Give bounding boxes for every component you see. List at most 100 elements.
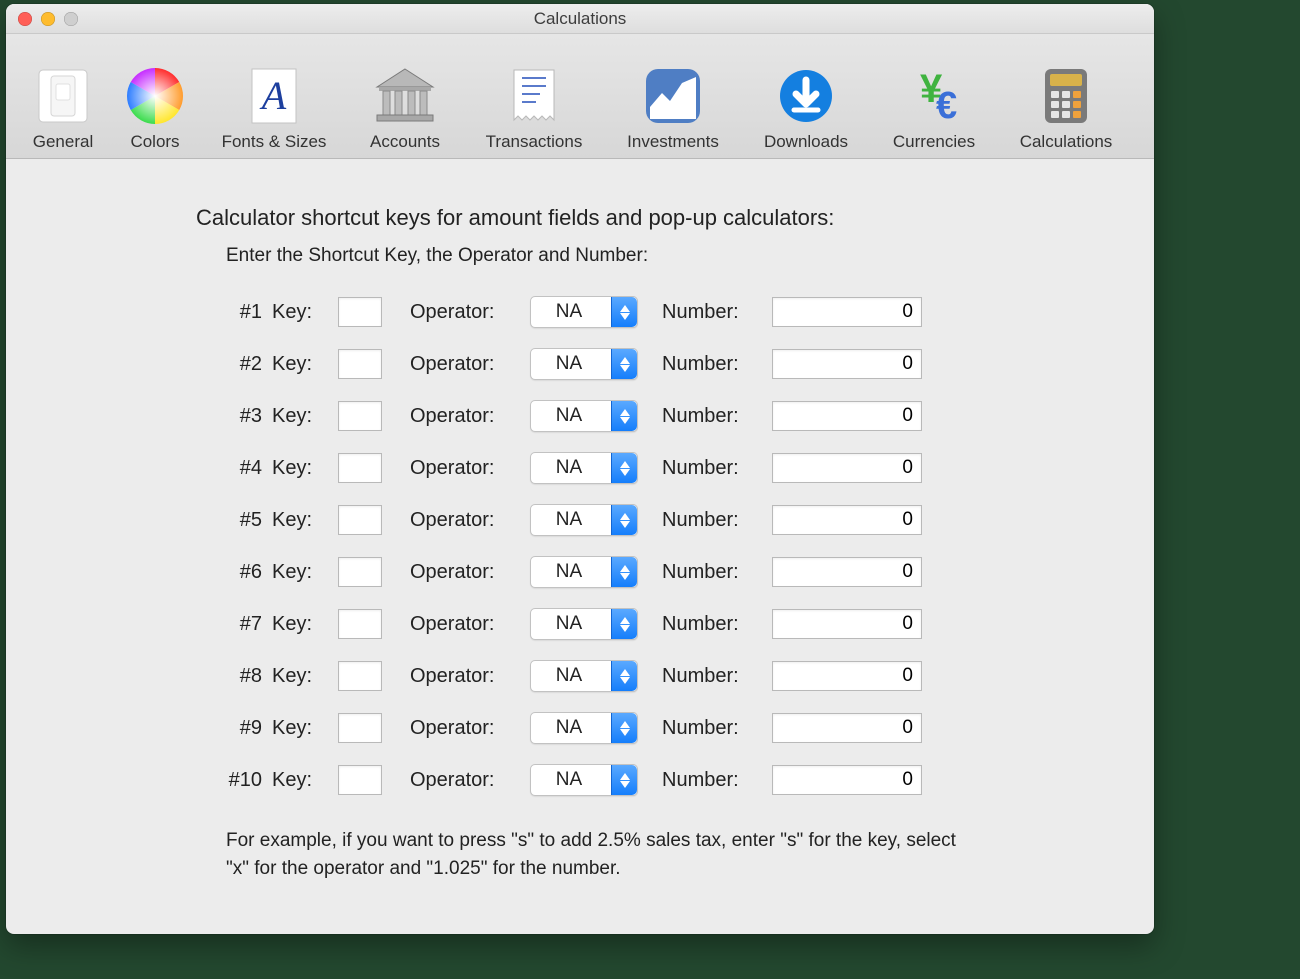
row-index: #2 xyxy=(216,353,262,376)
operator-label: Operator: xyxy=(410,717,520,740)
number-input[interactable] xyxy=(772,349,922,379)
number-input[interactable] xyxy=(772,609,922,639)
operator-label: Operator: xyxy=(410,509,520,532)
key-input[interactable] xyxy=(338,349,382,379)
tab-label: Accounts xyxy=(370,132,440,152)
row-index: #3 xyxy=(216,405,262,428)
minimize-icon[interactable] xyxy=(41,12,55,26)
number-label: Number: xyxy=(662,301,762,324)
chevron-up-down-icon xyxy=(611,713,637,743)
key-input[interactable] xyxy=(338,765,382,795)
operator-select[interactable]: NA xyxy=(530,608,638,640)
preferences-toolbar: General xyxy=(6,34,1154,159)
key-input[interactable] xyxy=(338,453,382,483)
tab-colors[interactable]: Colors xyxy=(112,64,198,152)
number-input[interactable] xyxy=(772,765,922,795)
tab-downloads[interactable]: Downloads xyxy=(744,64,868,152)
key-input[interactable] xyxy=(338,713,382,743)
chevron-up-down-icon xyxy=(611,401,637,431)
key-input[interactable] xyxy=(338,557,382,587)
key-input[interactable] xyxy=(338,505,382,535)
row-index: #6 xyxy=(216,561,262,584)
operator-select[interactable]: NA xyxy=(530,504,638,536)
key-label: Key: xyxy=(272,717,328,740)
operator-select[interactable]: NA xyxy=(530,764,638,796)
svg-text:€: € xyxy=(936,85,957,124)
number-label: Number: xyxy=(662,717,762,740)
key-label: Key: xyxy=(272,665,328,688)
general-icon xyxy=(31,64,95,128)
key-label: Key: xyxy=(272,457,328,480)
key-input[interactable] xyxy=(338,401,382,431)
example-text: For example, if you want to press "s" to… xyxy=(226,827,966,882)
content-area: Calculator shortcut keys for amount fiel… xyxy=(6,159,1154,934)
number-input[interactable] xyxy=(772,401,922,431)
key-label: Key: xyxy=(272,509,328,532)
chevron-up-down-icon xyxy=(611,349,637,379)
key-input[interactable] xyxy=(338,609,382,639)
key-input[interactable] xyxy=(338,661,382,691)
number-input[interactable] xyxy=(772,505,922,535)
shortcut-row: #3 Key: Operator: NA Number: xyxy=(216,395,1114,437)
operator-value: NA xyxy=(531,717,611,739)
close-icon[interactable] xyxy=(18,12,32,26)
operator-value: NA xyxy=(531,509,611,531)
operator-label: Operator: xyxy=(410,665,520,688)
chevron-up-down-icon xyxy=(611,297,637,327)
operator-value: NA xyxy=(531,405,611,427)
number-input[interactable] xyxy=(772,713,922,743)
key-label: Key: xyxy=(272,301,328,324)
key-label: Key: xyxy=(272,613,328,636)
window-title: Calculations xyxy=(534,9,627,29)
row-index: #4 xyxy=(216,457,262,480)
operator-select[interactable]: NA xyxy=(530,348,638,380)
shortcut-rows: #1 Key: Operator: NA Number: #2 Key: Ope… xyxy=(216,291,1114,801)
operator-label: Operator: xyxy=(410,353,520,376)
colors-icon xyxy=(123,64,187,128)
operator-select[interactable]: NA xyxy=(530,452,638,484)
section-heading: Calculator shortcut keys for amount fiel… xyxy=(196,205,1114,231)
row-index: #5 xyxy=(216,509,262,532)
row-index: #10 xyxy=(216,769,262,792)
row-index: #9 xyxy=(216,717,262,740)
tab-label: Fonts & Sizes xyxy=(222,132,327,152)
number-label: Number: xyxy=(662,457,762,480)
operator-select[interactable]: NA xyxy=(530,556,638,588)
tab-general[interactable]: General xyxy=(20,64,106,152)
operator-value: NA xyxy=(531,769,611,791)
shortcut-row: #8 Key: Operator: NA Number: xyxy=(216,655,1114,697)
shortcut-row: #1 Key: Operator: NA Number: xyxy=(216,291,1114,333)
operator-label: Operator: xyxy=(410,561,520,584)
key-label: Key: xyxy=(272,561,328,584)
key-input[interactable] xyxy=(338,297,382,327)
chevron-up-down-icon xyxy=(611,609,637,639)
operator-select[interactable]: NA xyxy=(530,712,638,744)
tab-calculations[interactable]: Calculations xyxy=(1000,64,1132,152)
shortcut-row: #7 Key: Operator: NA Number: xyxy=(216,603,1114,645)
tab-transactions[interactable]: Transactions xyxy=(466,64,602,152)
tab-investments[interactable]: Investments xyxy=(608,64,738,152)
tab-label: Calculations xyxy=(1020,132,1113,152)
number-input[interactable] xyxy=(772,453,922,483)
operator-value: NA xyxy=(531,353,611,375)
operator-select[interactable]: NA xyxy=(530,296,638,328)
tab-label: Currencies xyxy=(893,132,975,152)
tab-accounts[interactable]: Accounts xyxy=(350,64,460,152)
tab-label: Colors xyxy=(130,132,179,152)
shortcut-row: #4 Key: Operator: NA Number: xyxy=(216,447,1114,489)
operator-select[interactable]: NA xyxy=(530,660,638,692)
tab-currencies[interactable]: ¥ € Currencies xyxy=(874,64,994,152)
number-label: Number: xyxy=(662,769,762,792)
key-label: Key: xyxy=(272,405,328,428)
key-label: Key: xyxy=(272,769,328,792)
row-index: #8 xyxy=(216,665,262,688)
tab-fonts-sizes[interactable]: A Fonts & Sizes xyxy=(204,64,344,152)
number-input[interactable] xyxy=(772,661,922,691)
svg-text:A: A xyxy=(259,73,287,118)
number-input[interactable] xyxy=(772,557,922,587)
number-label: Number: xyxy=(662,509,762,532)
tab-label: Transactions xyxy=(486,132,583,152)
operator-select[interactable]: NA xyxy=(530,400,638,432)
shortcut-row: #6 Key: Operator: NA Number: xyxy=(216,551,1114,593)
number-input[interactable] xyxy=(772,297,922,327)
